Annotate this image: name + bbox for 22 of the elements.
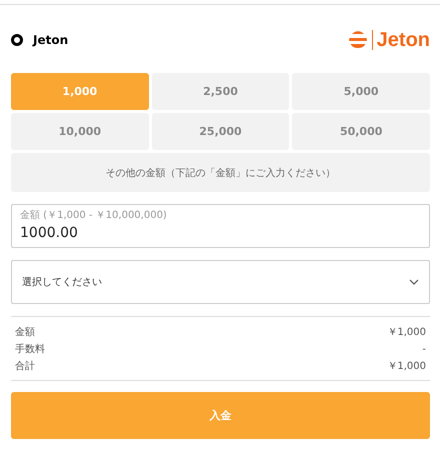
summary-label: 手数料 <box>15 342 45 357</box>
amount-button[interactable]: 2,500 <box>152 73 290 110</box>
summary-value: ￥1,000 <box>387 360 426 374</box>
amount-button[interactable]: 50,000 <box>292 113 430 150</box>
amount-button[interactable]: 1,000 <box>11 73 149 110</box>
summary-value: - <box>422 343 426 357</box>
payment-method-label: Jeton <box>33 33 68 47</box>
amount-button[interactable]: 25,000 <box>152 113 290 150</box>
select-dropdown[interactable]: 選択してください <box>11 260 430 304</box>
deposit-button[interactable]: 入金 <box>11 392 430 439</box>
radio-button[interactable] <box>11 34 23 46</box>
amount-field[interactable]: 金額 (￥1,000 - ￥10,000,000) 1000.00 <box>11 204 430 248</box>
field-label: 金額 (￥1,000 - ￥10,000,000) <box>20 208 168 222</box>
other-amount-button[interactable]: その他の金額（下記の「金額」にご入力ください） <box>11 153 430 192</box>
amount-button[interactable]: 5,000 <box>292 73 430 110</box>
summary-label: 金額 <box>15 326 35 340</box>
logo-text: Jeton <box>376 28 430 52</box>
summary-label: 合計 <box>15 360 35 374</box>
chevron-down-icon <box>409 279 419 285</box>
amount-button[interactable]: 10,000 <box>11 113 149 150</box>
select-placeholder: 選択してください <box>22 276 102 289</box>
summary-value: ￥1,000 <box>387 326 426 340</box>
